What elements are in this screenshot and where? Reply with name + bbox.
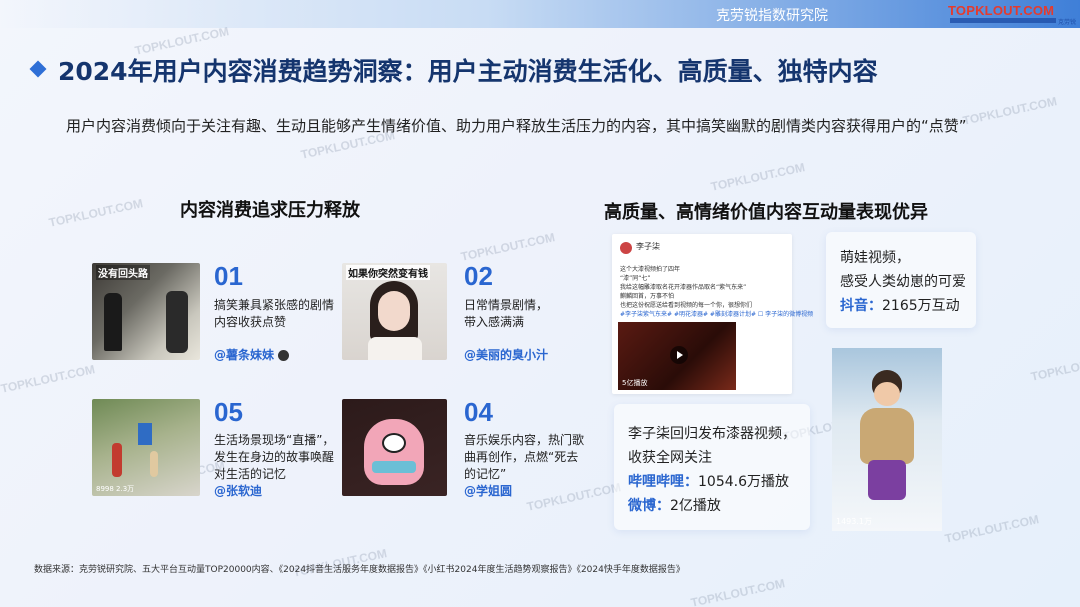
post-text-line: “漆”同“七” [620, 275, 651, 282]
lizi-stats-card: 李子柒回归发布漆器视频， 收获全网关注 哔哩哔哩：1054.6万播放 微博：2亿… [614, 404, 810, 530]
top-banner [0, 0, 1080, 28]
page-description: 用户内容消费倾向于关注有趣、生动且能够产生情绪价值、助力用户释放生活压力的内容，… [66, 117, 967, 135]
card-text: 萌娃视频， [840, 250, 910, 266]
right-section-heading: 高质量、高情绪价值内容互动量表现优异 [604, 202, 928, 223]
cartoon-eye [382, 433, 406, 453]
video-thumbnail[interactable] [342, 399, 447, 496]
topklout-logo: TOPKLOUT.COM 克劳锐 [948, 3, 1076, 27]
video-thumbnail[interactable]: 8998 2.3万 [92, 399, 200, 496]
item-description: 日常情景剧情， 带入感满满 [464, 298, 549, 329]
thumbnail-stats: 8998 2.3万 [96, 485, 135, 493]
weibo-stat: 微博：2亿播放 [628, 498, 721, 514]
logo-cn: 克劳锐 [1058, 19, 1077, 26]
item-number: 01 [214, 261, 243, 291]
post-text-line: 也把这份祝愿送给看到视频的每一个你，很想你们 [620, 302, 753, 309]
cartoon-accent [372, 461, 416, 473]
watermark: TOPKLOUT.COM [47, 196, 145, 230]
pants-shape [868, 460, 906, 500]
page-title: 2024年用户内容消费趋势洞察：用户主动消费生活化、高质量、独特内容 [58, 57, 878, 86]
card-text: 李子柒回归发布漆器视频， [628, 426, 796, 442]
item-number: 02 [464, 261, 493, 291]
item-description: 搞笑兼具紧张感的剧情 内容收获点赞 [214, 298, 335, 329]
person-figure [166, 291, 188, 353]
creator-handle[interactable]: @学姐圆 [464, 482, 512, 499]
watermark: TOPKLOUT.COM [689, 576, 787, 607]
watermark: TOPKLOUT.COM [459, 230, 557, 264]
creator-handle[interactable]: @美丽的臭小汁 [464, 346, 548, 363]
title-diamond-icon [29, 60, 47, 78]
logo-text: TOPKLOUT.COM [948, 3, 1055, 18]
logo-underline [950, 18, 1056, 23]
face-shape [378, 291, 410, 331]
shirt-shape [368, 337, 422, 360]
left-section-heading: 内容消费追求压力释放 [180, 200, 360, 221]
watermark: TOPKLOUT.COM [1029, 350, 1080, 384]
post-text-line: 我给这幅雕漆取名花开漆器作品取名“紫气东来” [620, 284, 747, 291]
card-text: 收获全网关注 [628, 450, 712, 466]
avatar [620, 242, 632, 254]
play-icon[interactable] [670, 346, 688, 364]
item-number: 04 [464, 397, 493, 427]
face-shape [874, 382, 900, 406]
trash-bin-shape [138, 423, 152, 445]
thumbnail-caption: 没有回头路 [96, 265, 150, 280]
weibo-post-screenshot[interactable]: 李子柒 这个大漆视频拍了四年 “漆”同“七” 我给这幅雕漆取名花开漆器作品取名“… [612, 234, 813, 394]
post-text-line: 麒麟回首，万事不怕 [620, 293, 675, 300]
baby-video-thumbnail[interactable]: 1493.1万 [832, 348, 942, 531]
emoji-icon [278, 350, 290, 361]
card-text: 感受人类幼崽的可爱 [840, 274, 966, 290]
person-figure [112, 443, 122, 477]
watermark: TOPKLOUT.COM [943, 512, 1041, 546]
post-video[interactable]: 5亿播放 [618, 322, 736, 390]
video-stats: 5亿播放 [622, 379, 648, 387]
post-text-line: 这个大漆视频拍了四年 [620, 266, 681, 273]
institute-name: 克劳锐指数研究院 [716, 7, 828, 23]
person-figure [150, 451, 158, 477]
item-description: 生活场景现场“直播”， 发生在身边的故事唤醒 对生活的记忆 [214, 433, 335, 481]
item-number: 05 [214, 397, 243, 427]
creator-handle[interactable]: @张软迪 [214, 482, 262, 499]
creator-handle[interactable]: @薯条妹妹 [214, 346, 290, 363]
watermark: TOPKLOUT.COM [709, 160, 807, 194]
watermark: TOPKLOUT.COM [0, 362, 97, 396]
video-thumbnail[interactable]: 没有回头路 [92, 263, 200, 360]
watermark: TOPKLOUT.COM [525, 480, 623, 514]
coat-shape [860, 408, 914, 464]
data-source: 数据来源：克劳锐研究院、五大平台互动量TOP20000内容、《2024抖音生活服… [34, 565, 685, 575]
post-hashtags: #李子柒紫气东来# #明花漆器# #雕刻漆器计划# ☐ 李子柒的微博视频 [620, 311, 814, 318]
item-description: 音乐娱乐内容，热门歌 曲再创作，点燃“死去 的记忆” [464, 433, 585, 481]
bilibili-stat: 哔哩哔哩：1054.6万播放 [628, 474, 789, 490]
post-author: 李子柒 [636, 242, 660, 251]
person-figure [104, 293, 122, 351]
video-stats: 1493.1万 [836, 517, 872, 526]
video-thumbnail[interactable]: 如果你突然变有钱 [342, 263, 447, 360]
baby-stats-card: 萌娃视频， 感受人类幼崽的可爱 抖音：2165万互动 [826, 232, 976, 328]
douyin-stat: 抖音：2165万互动 [840, 298, 960, 314]
thumbnail-caption: 如果你突然变有钱 [346, 265, 430, 280]
